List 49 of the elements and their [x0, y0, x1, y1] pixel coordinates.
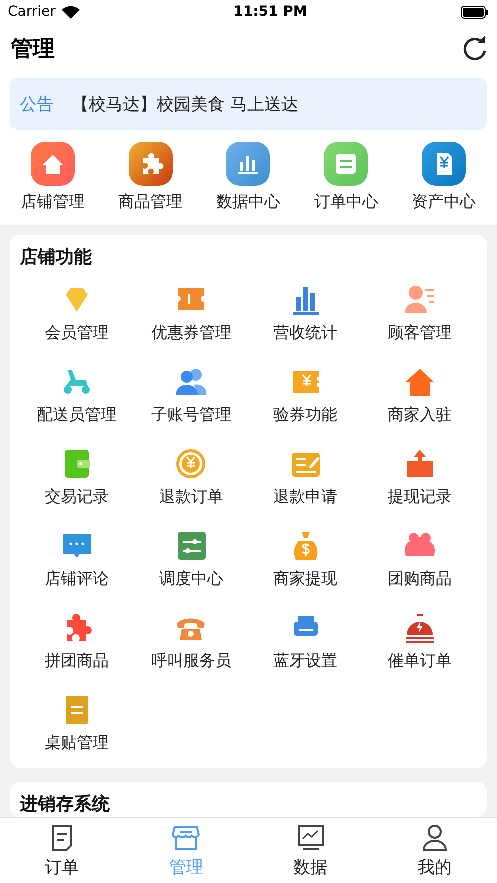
function-label[interactable]: 会员管理	[45, 323, 110, 344]
function-label[interactable]: 配送员管理	[37, 405, 118, 426]
carrier-label: Carrier	[8, 4, 56, 20]
quick-link[interactable]: 店铺管理	[20, 192, 85, 213]
document-icon	[50, 824, 74, 852]
function-label[interactable]: 催单订单	[388, 651, 452, 672]
function-label[interactable]: 子账号管理	[151, 405, 232, 426]
function-label[interactable]: 调度中心	[159, 569, 224, 590]
function-label[interactable]: 拼团商品	[45, 651, 110, 672]
wifi-icon	[62, 6, 80, 18]
refund-icon	[174, 447, 208, 481]
function-label[interactable]: 营收统计	[274, 323, 338, 344]
quick-link[interactable]: 资产中心	[412, 192, 476, 213]
section-title: 店铺功能	[20, 247, 92, 268]
function-label[interactable]: 优惠券管理	[151, 323, 232, 344]
house-icon	[30, 142, 75, 186]
function-label[interactable]: 商家入驻	[388, 405, 452, 426]
quick-link[interactable]: 数据中心	[216, 192, 280, 213]
function-label[interactable]: 蓝牙设置	[274, 651, 338, 672]
bar-chart-icon	[226, 142, 270, 186]
function-label[interactable]: 交易记录	[45, 487, 110, 508]
function-label[interactable]: 店铺评论	[45, 569, 110, 590]
notice-text: 【校马达】校园美食 马上送达	[72, 94, 298, 116]
function-label[interactable]: 桌贴管理	[45, 733, 110, 754]
user-icon	[422, 824, 448, 852]
function-label[interactable]: 提现记录	[388, 487, 452, 508]
refresh-icon[interactable]	[461, 35, 489, 63]
function-label[interactable]: 团购商品	[388, 569, 452, 590]
storefront-icon	[171, 824, 202, 852]
monitor-chart-icon	[296, 824, 325, 852]
page-title: 管理	[11, 36, 55, 64]
function-label[interactable]: 呼叫服务员	[151, 651, 232, 672]
battery-icon	[461, 6, 489, 18]
quick-link[interactable]: 订单中心	[314, 192, 378, 213]
tab-item[interactable]: 订单	[22, 824, 102, 883]
section-title: 进销存系统	[20, 794, 110, 815]
function-label[interactable]: 验券功能	[274, 405, 338, 426]
puzzle-icon	[128, 142, 173, 186]
function-label[interactable]: 退款订单	[159, 487, 224, 508]
sliders-icon	[324, 142, 368, 186]
tab-item[interactable]: 我的	[394, 824, 475, 883]
receipt-icon	[422, 142, 466, 186]
function-label[interactable]: 商家提现	[274, 569, 338, 590]
status-time: 11:51 PM	[234, 4, 308, 20]
quick-link[interactable]: 商品管理	[118, 192, 183, 213]
tab-item[interactable]: 数据	[270, 824, 351, 883]
function-label[interactable]: 顾客管理	[388, 323, 452, 344]
function-label[interactable]: 退款申请	[274, 487, 338, 508]
notice-label: 公告	[20, 94, 54, 116]
